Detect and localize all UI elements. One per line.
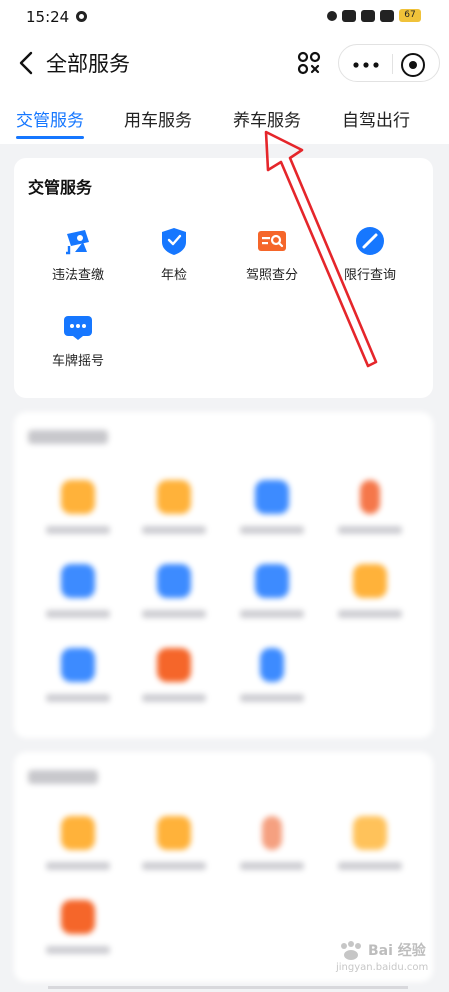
back-arrow-icon[interactable] — [16, 49, 38, 77]
blurred-service-item[interactable] — [126, 816, 222, 870]
blurred-service-icon — [61, 648, 95, 682]
scan-icon[interactable] — [294, 48, 324, 78]
wifi-icon — [380, 9, 394, 22]
capsule-divider — [392, 54, 393, 74]
blurred-service-item[interactable] — [126, 648, 222, 702]
blurred-service-item[interactable] — [322, 564, 418, 618]
service-label: 车牌摇号 — [51, 354, 104, 369]
blurred-service-icon — [157, 564, 191, 598]
blurred-service-icon — [61, 900, 95, 934]
traffic-services-card: 交管服务 违法查缴 年检 驾照查分 限行查询 车牌摇号 — [14, 158, 433, 398]
service-violation-query[interactable]: 违法查缴 — [30, 226, 126, 283]
camera-icon — [66, 230, 89, 255]
blurred-service-icon — [157, 648, 191, 682]
page-title: 全部服务 — [46, 52, 130, 76]
blurred-service-icon — [260, 648, 284, 682]
blurred-service-item[interactable] — [30, 648, 126, 702]
tab-traffic-services[interactable]: 交管服务 — [16, 106, 84, 131]
watermark-brand: Bai 经验 — [368, 943, 426, 959]
blurred-services-card — [14, 412, 433, 738]
no-entry-icon — [356, 227, 384, 255]
service-label: 年检 — [160, 268, 187, 283]
service-restriction-query[interactable]: 限行查询 — [322, 226, 418, 283]
blurred-service-icon — [61, 816, 95, 850]
more-icon[interactable] — [353, 62, 379, 68]
status-bar: 15:24 67 — [0, 0, 449, 34]
blurred-service-item[interactable] — [126, 564, 222, 618]
blurred-service-item[interactable] — [322, 816, 418, 870]
status-indicators: 67 — [327, 9, 421, 22]
mini-program-capsule — [338, 44, 440, 82]
active-tab-indicator — [16, 136, 84, 139]
service-label: 驾照查分 — [245, 268, 298, 283]
blurred-service-icon — [353, 564, 387, 598]
blurred-service-icon — [157, 816, 191, 850]
blurred-card-title — [28, 430, 108, 444]
hd-icon — [342, 9, 356, 22]
blurred-service-item[interactable] — [224, 816, 320, 870]
service-label: 限行查询 — [343, 268, 396, 283]
blurred-service-icon — [360, 480, 380, 514]
blurred-service-item[interactable] — [30, 900, 126, 954]
paw-logo-icon — [341, 941, 361, 960]
signal-icon — [361, 9, 375, 22]
scroll-indicator — [48, 986, 408, 989]
license-search-icon — [258, 231, 286, 251]
service-tabs: 交管服务 用车服务 养车服务 自驾出行 — [0, 92, 449, 144]
battery-icon: 67 — [399, 9, 421, 22]
blurred-card-title — [28, 770, 98, 784]
service-annual-inspection[interactable]: 年检 — [126, 226, 222, 283]
blurred-service-item[interactable] — [126, 480, 222, 534]
blurred-service-icon — [255, 480, 289, 514]
tab-car-use-services[interactable]: 用车服务 — [124, 106, 192, 131]
alarm-icon — [327, 10, 337, 21]
blurred-service-icon — [353, 816, 387, 850]
tab-car-maintenance-services[interactable]: 养车服务 — [233, 106, 301, 131]
blurred-service-item[interactable] — [30, 816, 126, 870]
status-time: 15:24 — [26, 8, 70, 26]
tab-self-drive-travel[interactable]: 自驾出行 — [342, 106, 410, 131]
blurred-service-icon — [262, 816, 282, 850]
service-label: 违法查缴 — [51, 268, 104, 283]
service-plate-lottery[interactable]: 车牌摇号 — [30, 312, 126, 369]
blurred-service-item[interactable] — [224, 648, 320, 702]
blurred-service-item[interactable] — [30, 480, 126, 534]
blurred-service-item[interactable] — [322, 480, 418, 534]
blurred-service-item[interactable] — [30, 564, 126, 618]
message-icon — [64, 316, 92, 340]
watermark-url: jingyan.baidu.com — [336, 962, 429, 973]
blurred-service-item[interactable] — [224, 564, 320, 618]
blurred-service-icon — [61, 480, 95, 514]
blurred-service-icon — [255, 564, 289, 598]
blurred-service-icon — [61, 564, 95, 598]
blurred-service-item[interactable] — [224, 480, 320, 534]
blurred-service-icon — [157, 480, 191, 514]
notification-icon — [76, 11, 87, 22]
service-license-points[interactable]: 驾照查分 — [224, 226, 320, 283]
baidu-jingyan-watermark: Bai 经验 jingyan.baidu.com — [334, 938, 444, 978]
card-title: 交管服务 — [28, 178, 93, 197]
close-mini-program-icon[interactable] — [401, 53, 425, 77]
nav-bar: 全部服务 — [0, 34, 449, 92]
shield-icon — [162, 228, 186, 255]
